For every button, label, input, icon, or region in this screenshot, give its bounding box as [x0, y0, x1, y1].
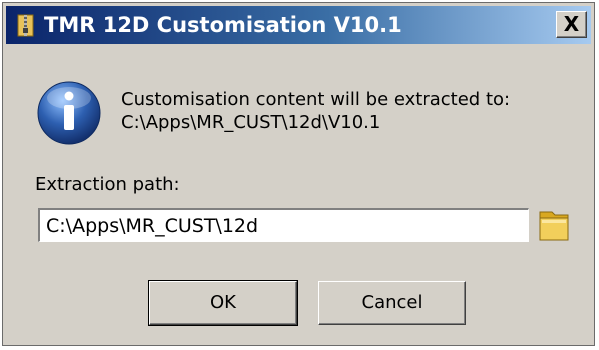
message-path-text: C:\Apps\MR_CUST\12d\V10.1 — [121, 112, 381, 133]
info-icon — [37, 81, 101, 145]
window-title: TMR 12D Customisation V10.1 — [44, 13, 402, 37]
ok-button[interactable]: OK — [148, 280, 298, 326]
message-text: Customisation content will be extracted … — [121, 89, 511, 110]
zip-folder-icon — [17, 14, 34, 37]
close-button[interactable]: X — [556, 11, 587, 38]
dialog-window: TMR 12D Customisation V10.1 X Customisat… — [2, 2, 595, 346]
extraction-path-label: Extraction path: — [35, 174, 180, 195]
title-bar[interactable]: TMR 12D Customisation V10.1 X — [6, 6, 591, 44]
folder-icon — [539, 211, 569, 241]
extraction-path-input[interactable] — [38, 208, 529, 242]
cancel-button[interactable]: Cancel — [318, 281, 466, 325]
browse-folder-button[interactable] — [534, 204, 574, 246]
